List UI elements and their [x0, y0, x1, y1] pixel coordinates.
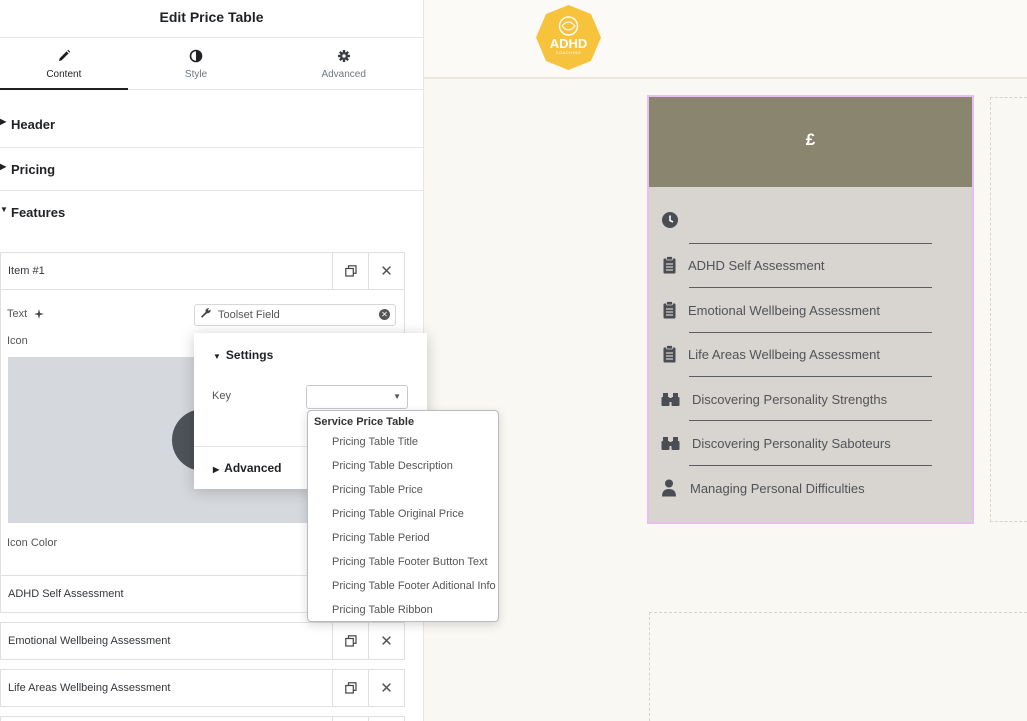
- tab-style[interactable]: Style: [128, 38, 265, 89]
- feature-item-1-header[interactable]: Item #1 ✕: [0, 252, 405, 290]
- key-label: Key: [212, 390, 231, 402]
- feature-divider: [689, 287, 932, 288]
- user-icon: [661, 479, 681, 499]
- feature-item[interactable]: Emotional Wellbeing Assessment ✕: [0, 622, 405, 660]
- empty-section-placeholder[interactable]: [649, 612, 1027, 721]
- key-select[interactable]: ▼: [306, 385, 408, 409]
- caret-down-icon: ▼: [213, 352, 221, 361]
- tab-style-label: Style: [184, 69, 208, 80]
- dropdown-option[interactable]: Pricing Table Title: [332, 436, 418, 448]
- feature-item-label: ADHD Self Assessment: [8, 588, 124, 600]
- clock-icon: [661, 211, 681, 231]
- chevron-down-icon: ▼: [393, 392, 401, 401]
- dropdown-option[interactable]: Pricing Table Description: [332, 460, 453, 472]
- site-header: ADHD COACHING: [424, 0, 1027, 79]
- remove-icon[interactable]: ✕: [368, 253, 404, 289]
- duplicate-icon[interactable]: [332, 253, 368, 289]
- duplicate-icon[interactable]: [332, 623, 368, 659]
- feature-divider: [689, 465, 932, 466]
- logo-text: ADHD: [549, 36, 588, 51]
- tab-advanced[interactable]: Advanced: [264, 38, 423, 89]
- section-header-label: Header: [11, 117, 56, 132]
- feature-divider: [689, 243, 932, 244]
- icon-color-label: Icon Color: [7, 537, 58, 549]
- toolset-field-label: Toolset Field: [218, 309, 280, 321]
- feature-text: Life Areas Wellbeing Assessment: [688, 347, 880, 362]
- gear-icon: [264, 49, 423, 65]
- dropdown-option[interactable]: Pricing Table Original Price: [332, 508, 464, 520]
- feature-item[interactable]: Life Areas Wellbeing Assessment ✕: [0, 669, 405, 707]
- tab-content-label: Content: [46, 69, 82, 80]
- section-pricing-label: Pricing: [11, 162, 56, 177]
- caret-right-icon: ▶: [0, 117, 7, 126]
- advanced-label: Advanced: [224, 461, 282, 475]
- key-dropdown-list: Service Price Table Pricing Table Title …: [307, 410, 499, 622]
- feature-item[interactable]: [0, 716, 405, 721]
- logo-subtext: COACHING: [555, 50, 582, 55]
- panel-tabs: Content Style Advanced: [0, 38, 423, 90]
- icon-field-label: Icon: [7, 335, 28, 347]
- feature-item-label: Life Areas Wellbeing Assessment: [8, 682, 171, 694]
- dropdown-option[interactable]: Pricing Table Price: [332, 484, 423, 496]
- advanced-toggle[interactable]: ▶ Advanced: [213, 461, 282, 475]
- feature-divider: [689, 376, 932, 377]
- text-field-label: Text: [7, 308, 28, 320]
- clear-icon[interactable]: ✕: [379, 309, 390, 320]
- section-header[interactable]: ▶ Header: [0, 90, 423, 148]
- dropdown-option[interactable]: Pricing Table Footer Button Text: [332, 556, 488, 568]
- empty-column-placeholder[interactable]: [990, 97, 1027, 522]
- tab-advanced-label: Advanced: [321, 69, 366, 80]
- section-pricing[interactable]: ▶ Pricing: [0, 148, 423, 191]
- site-logo[interactable]: ADHD COACHING: [535, 4, 602, 71]
- feature-text: Emotional Wellbeing Assessment: [688, 303, 880, 318]
- dynamic-tags-icon[interactable]: [33, 308, 45, 323]
- currency-symbol: £: [805, 130, 816, 149]
- caret-right-icon: ▶: [213, 465, 220, 474]
- contrast-icon: [128, 49, 265, 65]
- settings-toggle[interactable]: ▼ Settings: [213, 348, 273, 362]
- duplicate-icon[interactable]: [332, 717, 368, 721]
- wrench-icon: [200, 307, 212, 324]
- section-features[interactable]: ▼ Features: [0, 191, 423, 234]
- feature-item-label: Emotional Wellbeing Assessment: [8, 635, 171, 647]
- remove-icon[interactable]: ✕: [368, 623, 404, 659]
- feature-divider: [689, 420, 932, 421]
- binoculars-icon: [661, 434, 681, 454]
- remove-icon[interactable]: ✕: [368, 670, 404, 706]
- clipboard-icon: [661, 345, 681, 365]
- binoculars-icon: [661, 390, 681, 410]
- toolset-field-tag[interactable]: Toolset Field ✕: [194, 304, 396, 326]
- settings-label: Settings: [225, 348, 274, 362]
- feature-divider: [689, 332, 932, 333]
- price-table-widget[interactable]: £ ADHD Self Assessment Emotional Wellbei…: [647, 95, 974, 524]
- feature-text: Discovering Personality Saboteurs: [692, 436, 891, 451]
- caret-right-icon: ▶: [0, 162, 7, 171]
- feature-text: ADHD Self Assessment: [688, 258, 825, 273]
- dropdown-option[interactable]: Pricing Table Footer Aditional Info: [332, 580, 496, 592]
- price-table-header: £: [649, 97, 972, 187]
- duplicate-icon[interactable]: [332, 670, 368, 706]
- dropdown-option[interactable]: Pricing Table Period: [332, 532, 430, 544]
- dropdown-option[interactable]: Pricing Table Ribbon: [332, 604, 433, 616]
- dropdown-group-label: Service Price Table: [314, 416, 415, 428]
- clipboard-icon: [661, 301, 681, 321]
- feature-text: Discovering Personality Strengths: [692, 392, 888, 407]
- pencil-icon: [0, 49, 128, 65]
- section-features-label: Features: [11, 205, 66, 220]
- remove-icon[interactable]: [368, 717, 404, 721]
- tab-content[interactable]: Content: [0, 38, 128, 90]
- panel-title: Edit Price Table: [0, 0, 423, 38]
- feature-text: Managing Personal Difficulties: [690, 481, 865, 496]
- clipboard-icon: [661, 256, 681, 276]
- caret-down-icon: ▼: [0, 205, 8, 214]
- feature-item-label: Item #1: [8, 265, 45, 277]
